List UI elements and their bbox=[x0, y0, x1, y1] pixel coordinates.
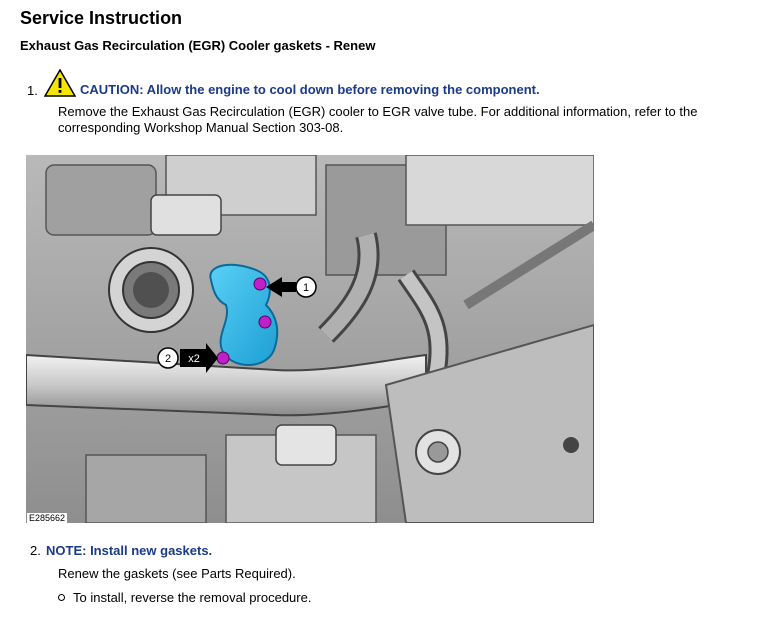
note-label: NOTE: bbox=[46, 543, 87, 558]
callout-1-label: 1 bbox=[303, 282, 309, 294]
step-1-body: Remove the Exhaust Gas Recirculation (EG… bbox=[58, 104, 698, 135]
page-title: Service Instruction bbox=[20, 8, 183, 28]
fastener-2a bbox=[258, 315, 272, 329]
callout-2-qty: x2 bbox=[188, 353, 200, 365]
bullet-text: To install, reverse the removal procedur… bbox=[73, 590, 312, 605]
fastener-2b bbox=[216, 351, 230, 365]
egr-figure: 1 2 x2 bbox=[26, 155, 594, 523]
warning-triangle-icon bbox=[44, 69, 76, 97]
step-2-number: 2. bbox=[30, 543, 41, 558]
bullet-item: To install, reverse the removal procedur… bbox=[58, 590, 311, 605]
note-message: Install new gaskets. bbox=[86, 543, 213, 558]
caution-label: CAUTION: bbox=[80, 82, 144, 97]
fastener-1 bbox=[253, 277, 267, 291]
bullet-icon bbox=[58, 594, 65, 602]
step-1-number: 1. bbox=[27, 83, 38, 98]
figure-id: E285662 bbox=[27, 513, 68, 523]
caution-text: CAUTION: Allow the engine to cool down b… bbox=[80, 82, 540, 97]
procedure-title: Exhaust Gas Recirculation (EGR) Cooler g… bbox=[20, 38, 376, 53]
caution-message: Allow the engine to cool down before rem… bbox=[143, 82, 540, 97]
note-text: NOTE: Install new gaskets. bbox=[46, 543, 212, 558]
callout-2-label: 2 bbox=[165, 353, 171, 365]
step-2-body: Renew the gaskets (see Parts Required). bbox=[58, 566, 296, 581]
